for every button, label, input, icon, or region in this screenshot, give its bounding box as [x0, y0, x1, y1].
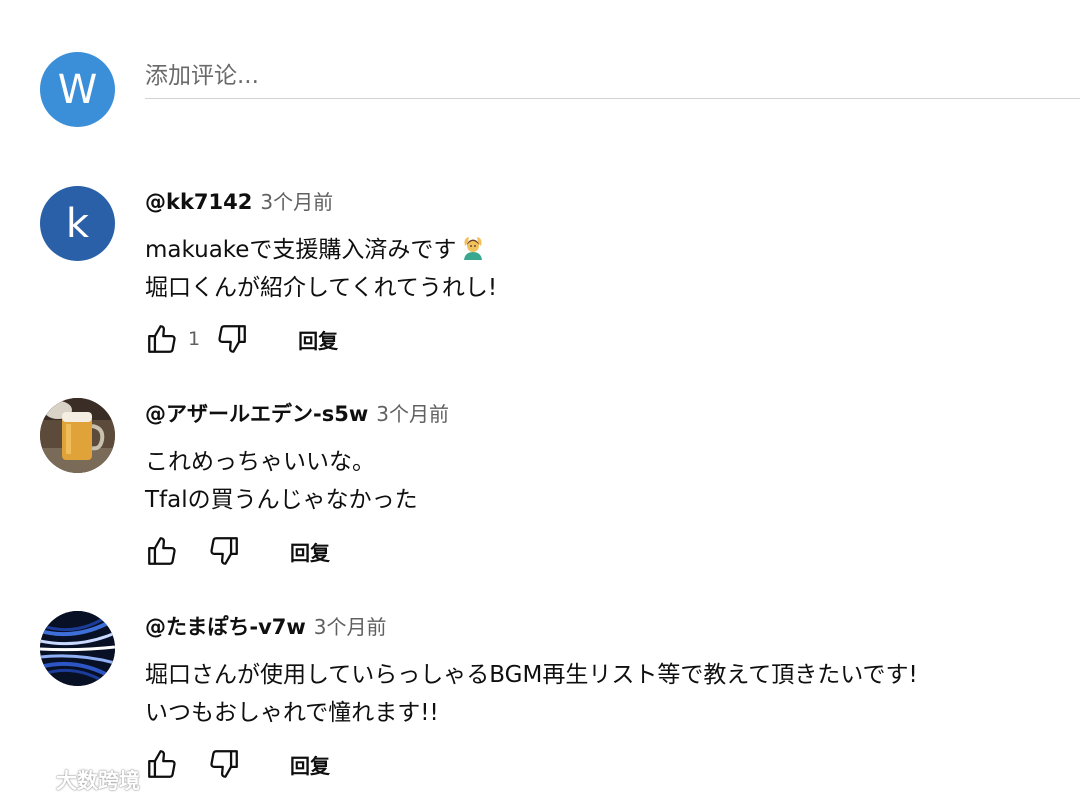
user-avatar[interactable]: W	[40, 52, 115, 127]
comment-actions: 1 回复	[142, 319, 338, 359]
watermark: 大数跨境	[8, 762, 140, 798]
comment-text: いつもおしゃれで憧れます!!	[145, 700, 439, 726]
comment-text-line: これめっちゃいいな。	[145, 442, 375, 476]
like-count: 1	[188, 328, 201, 350]
watermark-text: 大数跨境	[56, 769, 140, 793]
comment-item: k @kk7142 3个月前 makuakeで支援購入済みです 堀口くんが紹介し…	[40, 186, 1080, 366]
beer-mug-photo	[40, 398, 115, 473]
comment-text: これめっちゃいいな。	[145, 449, 375, 475]
comment-text: Tfalの買うんじゃなかった	[145, 487, 418, 513]
dislike-button[interactable]	[212, 319, 252, 359]
like-button[interactable]	[142, 531, 182, 571]
comment-text: 堀口さんが使用していらっしゃるBGM再生リスト等で教えて頂きたいです!	[145, 662, 918, 688]
thumbs-up-icon	[148, 537, 176, 565]
reply-button[interactable]: 回复	[290, 750, 330, 779]
comment-author-avatar[interactable]: k	[40, 186, 115, 261]
dislike-button[interactable]	[204, 531, 244, 571]
thumbs-up-icon	[148, 325, 176, 353]
thumbs-down-icon	[210, 750, 238, 778]
blue-light-streaks-photo	[40, 611, 115, 686]
comment-text: makuakeで支援購入済みです	[145, 237, 457, 263]
watermark-logo-icon	[9, 769, 46, 789]
comment-actions: 回复	[142, 531, 330, 571]
comment-author-avatar[interactable]	[40, 398, 115, 473]
like-button[interactable]	[142, 744, 182, 784]
person-gesturing-ok-emoji	[460, 234, 486, 266]
comment-header: @アザールエデン-s5w 3个月前	[145, 398, 449, 432]
add-comment-input[interactable]	[145, 54, 1080, 99]
thumbs-up-icon	[148, 750, 176, 778]
like-button[interactable]	[142, 319, 182, 359]
comment-author-handle[interactable]: @たまぽち-v7w	[145, 611, 306, 641]
comment-item: @たまぽち-v7w 3个月前 堀口さんが使用していらっしゃるBGM再生リスト等で…	[40, 611, 1080, 791]
comment-timestamp[interactable]: 3个月前	[376, 398, 449, 427]
avatar-letter: k	[65, 200, 90, 247]
comment-item: @アザールエデン-s5w 3个月前 これめっちゃいいな。 Tfalの買うんじゃな…	[40, 398, 1080, 578]
comment-header: @たまぽち-v7w 3个月前	[145, 611, 387, 645]
comment-actions: 回复	[142, 744, 330, 784]
comment-text-line: 堀口さんが使用していらっしゃるBGM再生リスト等で教えて頂きたいです!	[145, 655, 918, 689]
reply-button[interactable]: 回复	[298, 325, 338, 354]
comment-text-line: 堀口くんが紹介してくれてうれし!	[145, 268, 497, 302]
comment-text: 堀口くんが紹介してくれてうれし!	[145, 275, 498, 301]
comment-timestamp[interactable]: 3个月前	[314, 611, 387, 640]
comment-text-line: いつもおしゃれで憧れます!!	[145, 693, 439, 727]
comment-text-line: Tfalの買うんじゃなかった	[145, 480, 418, 514]
thumbs-down-icon	[218, 325, 246, 353]
comment-author-handle[interactable]: @kk7142	[145, 190, 252, 214]
add-comment-section: W	[40, 52, 1080, 128]
user-avatar-letter: W	[57, 66, 98, 113]
reply-button[interactable]: 回复	[290, 537, 330, 566]
dislike-button[interactable]	[204, 744, 244, 784]
comment-header: @kk7142 3个月前	[145, 186, 333, 220]
comment-author-handle[interactable]: @アザールエデン-s5w	[145, 398, 368, 428]
comment-author-avatar[interactable]	[40, 611, 115, 686]
thumbs-down-icon	[210, 537, 238, 565]
comment-timestamp[interactable]: 3个月前	[260, 186, 333, 215]
comment-text-line: makuakeで支援購入済みです	[145, 230, 486, 266]
